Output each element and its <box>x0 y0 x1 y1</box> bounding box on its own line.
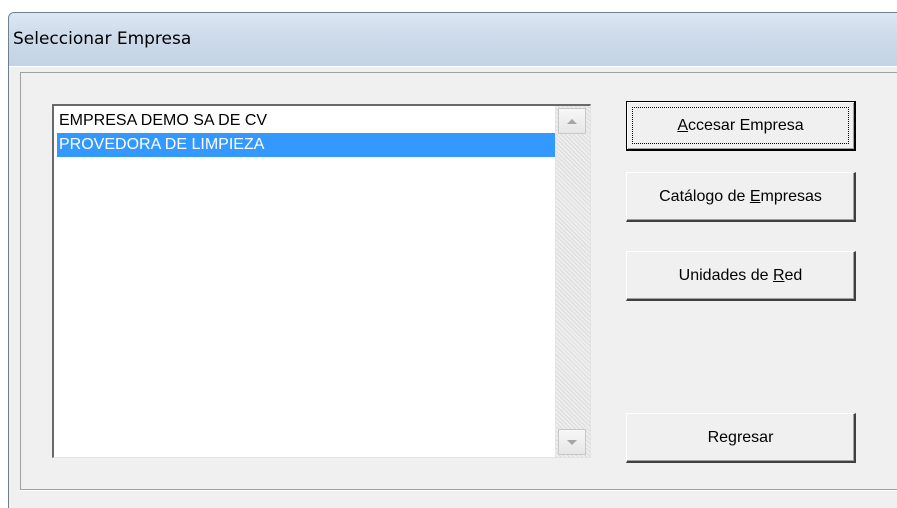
scroll-down-button[interactable] <box>558 429 586 455</box>
window-title: Seleccionar Empresa <box>13 29 192 49</box>
accesar-empresa-button[interactable]: Accesar Empresa <box>626 101 856 151</box>
unidades-de-red-button[interactable]: Unidades de Red <box>626 251 856 301</box>
regresar-button[interactable]: Regresar <box>626 413 856 463</box>
company-listbox[interactable]: EMPRESA DEMO SA DE CV PROVEDORA DE LIMPI… <box>52 104 591 458</box>
title-bar[interactable]: Seleccionar Empresa <box>9 13 897 66</box>
regresar-label: Regresar <box>707 428 774 446</box>
accesar-empresa-label: Accesar Empresa <box>677 116 804 134</box>
catalogo-empresas-label: Catálogo de Empresas <box>659 187 822 205</box>
chevron-down-icon <box>567 439 577 445</box>
catalogo-empresas-button[interactable]: Catálogo de Empresas <box>626 172 856 222</box>
chevron-up-icon <box>567 118 577 124</box>
vertical-scrollbar[interactable] <box>555 106 590 457</box>
company-list-item[interactable]: EMPRESA DEMO SA DE CV <box>57 109 555 133</box>
company-list-item-selected[interactable]: PROVEDORA DE LIMPIEZA <box>57 133 555 157</box>
unidades-de-red-label: Unidades de Red <box>678 266 803 284</box>
scroll-up-button[interactable] <box>558 108 586 134</box>
company-list-items: EMPRESA DEMO SA DE CV PROVEDORA DE LIMPI… <box>57 109 555 157</box>
